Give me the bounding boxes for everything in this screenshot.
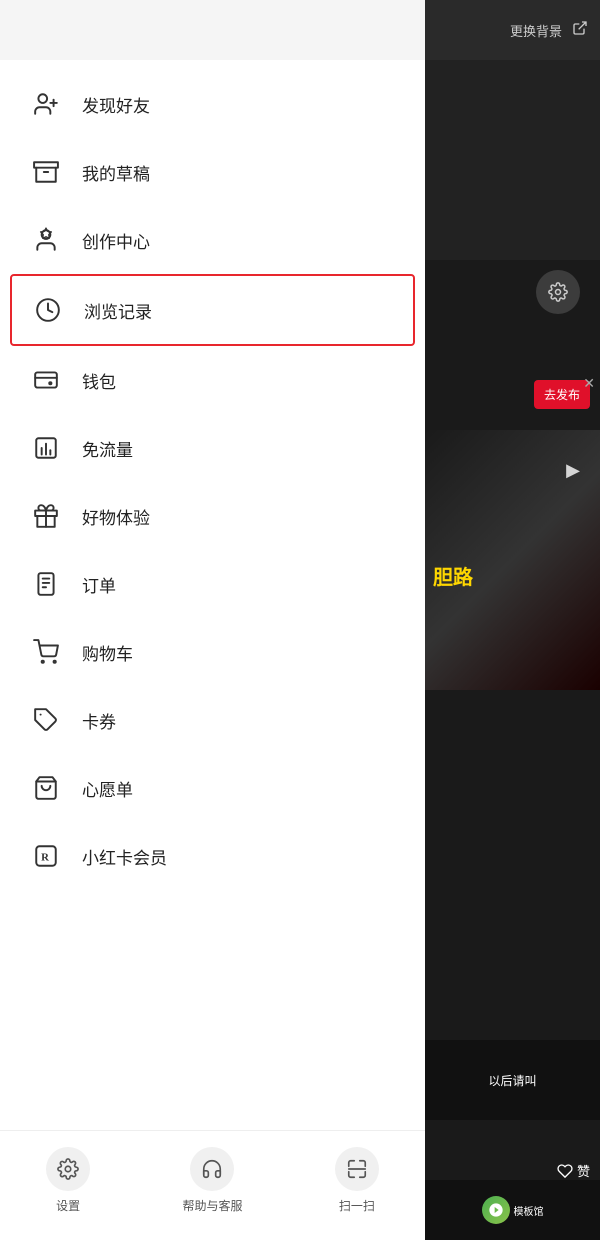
like-label: 赞: [577, 1161, 590, 1180]
video-thumbnail: ▶ 胆路: [425, 430, 600, 690]
menu-item-create-center[interactable]: 创作中心: [0, 206, 425, 274]
scan-icon-circle: [335, 1147, 379, 1191]
r-badge-icon: R: [30, 840, 62, 872]
app-bg-middle: [425, 60, 600, 260]
menu-panel: 发现好友 我的草稿 创作中心: [0, 0, 425, 1240]
menu-item-wishlist[interactable]: 心愿单: [0, 754, 425, 822]
menu-item-good-experience[interactable]: 好物体验: [0, 482, 425, 550]
svg-text:R: R: [41, 851, 49, 863]
create-center-label: 创作中心: [82, 228, 150, 253]
menu-item-browse-history[interactable]: 浏览记录: [10, 274, 415, 346]
orders-label: 订单: [82, 572, 116, 597]
close-button[interactable]: ✕: [583, 375, 595, 392]
coupons-label: 卡券: [82, 708, 116, 733]
menu-item-my-drafts[interactable]: 我的草稿: [0, 138, 425, 206]
gear-button[interactable]: [536, 270, 580, 314]
video-caption: 以后请叫: [488, 1072, 536, 1089]
bottom-bar: 设置 帮助与客服 扫一扫: [0, 1130, 425, 1240]
app-bg-topbar: 更换背景: [425, 0, 600, 60]
menu-item-wallet[interactable]: 钱包: [0, 346, 425, 414]
browse-history-label: 浏览记录: [84, 298, 152, 323]
wallet-icon: [30, 364, 62, 396]
menu-list: 发现好友 我的草稿 创作中心: [0, 60, 425, 1130]
play-icon: ▶: [566, 460, 580, 481]
bg-label: 更换背景: [510, 21, 562, 40]
menu-item-shopping-cart[interactable]: 购物车: [0, 618, 425, 686]
menu-item-redcard-member[interactable]: R 小红卡会员: [0, 822, 425, 890]
watermark-area: 模板馆: [425, 1180, 600, 1240]
menu-item-find-friends[interactable]: 发现好友: [0, 70, 425, 138]
bottom-item-settings[interactable]: 设置: [46, 1147, 90, 1214]
bar-chart-icon: [30, 432, 62, 464]
inbox-icon: [30, 156, 62, 188]
find-friends-label: 发现好友: [82, 92, 150, 117]
heart-like-area[interactable]: 赞: [557, 1161, 590, 1180]
shopping-cart-icon: [30, 636, 62, 668]
bag-icon: [30, 772, 62, 804]
tag-icon: [30, 704, 62, 736]
settings-label: 设置: [56, 1197, 80, 1214]
watermark-text: 模板馆: [514, 1203, 544, 1218]
free-traffic-label: 免流量: [82, 436, 133, 461]
wishlist-label: 心愿单: [82, 776, 133, 801]
scan-label: 扫一扫: [339, 1197, 375, 1214]
redcard-member-label: 小红卡会员: [82, 844, 167, 869]
bottom-item-help[interactable]: 帮助与客服: [182, 1147, 242, 1214]
my-drafts-label: 我的草稿: [82, 160, 150, 185]
menu-item-coupons[interactable]: 卡券: [0, 686, 425, 754]
external-link-icon: [572, 20, 588, 41]
clipboard-icon: [30, 568, 62, 600]
headset-icon-circle: [190, 1147, 234, 1191]
watermark-logo: [482, 1196, 510, 1224]
menu-item-orders[interactable]: 订单: [0, 550, 425, 618]
menu-item-free-traffic[interactable]: 免流量: [0, 414, 425, 482]
wallet-label: 钱包: [82, 368, 116, 393]
user-star-icon: [30, 224, 62, 256]
clock-icon: [32, 294, 64, 326]
video-bottom-section: 以后请叫: [425, 1040, 600, 1120]
menu-top-space: [0, 0, 425, 60]
shopping-cart-label: 购物车: [82, 640, 133, 665]
help-service-label: 帮助与客服: [182, 1197, 242, 1214]
good-experience-label: 好物体验: [82, 504, 150, 529]
publish-button[interactable]: 去发布: [534, 380, 590, 409]
settings-icon-circle: [46, 1147, 90, 1191]
gift-icon: [30, 500, 62, 532]
video-overlay-text: 胆路: [433, 561, 473, 590]
bottom-item-scan[interactable]: 扫一扫: [335, 1147, 379, 1214]
user-plus-icon: [30, 88, 62, 120]
